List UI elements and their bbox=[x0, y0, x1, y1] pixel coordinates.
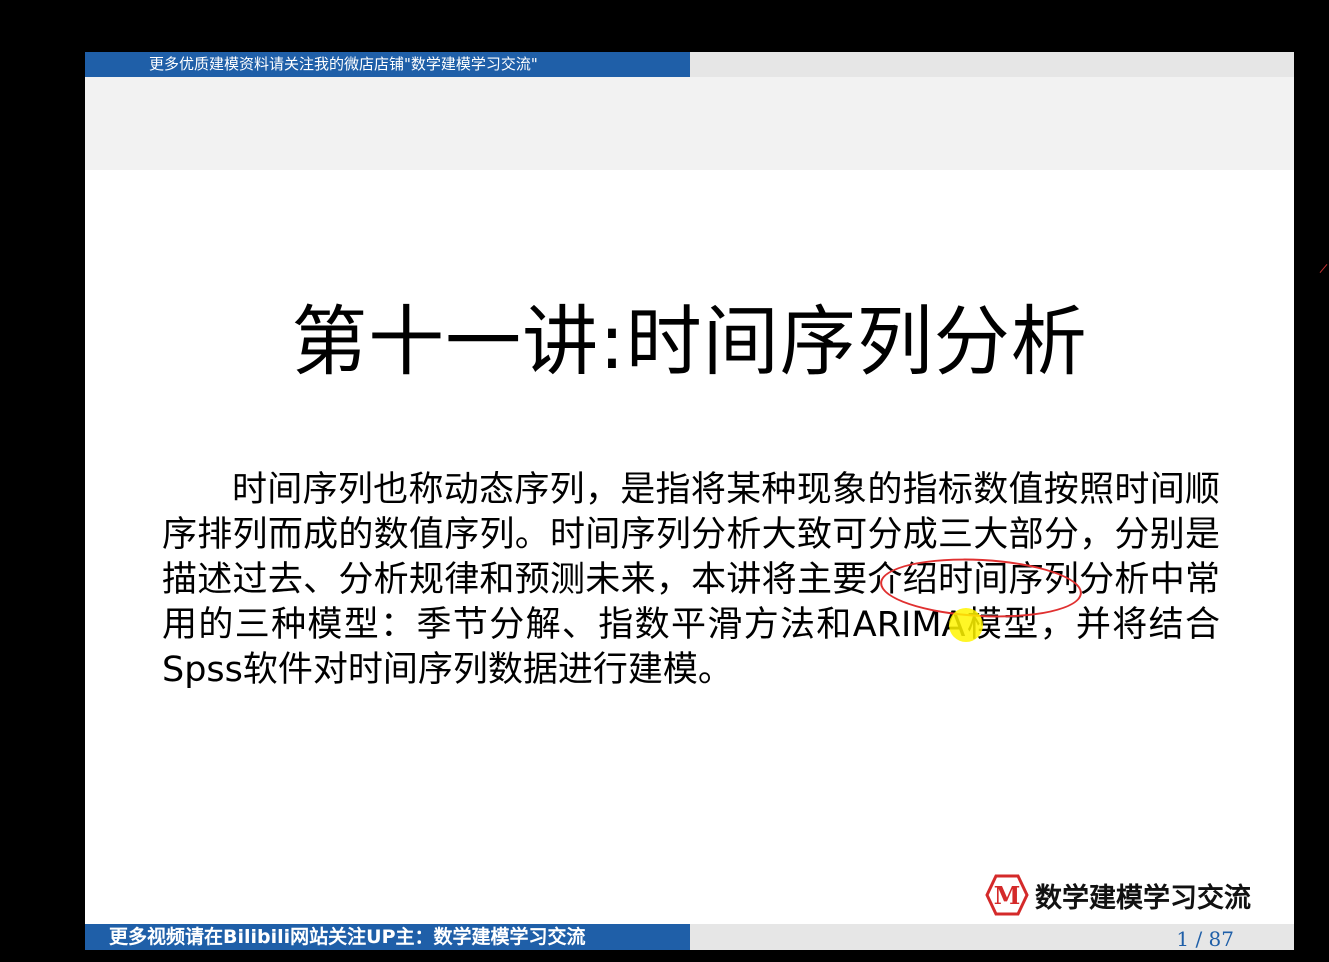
slide: 更多优质建模资料请关注我的微店店铺"数学建模学习交流" 第十一讲:时间序列分析 … bbox=[85, 52, 1294, 950]
laser-pointer-icon bbox=[949, 608, 983, 642]
top-banner: 更多优质建模资料请关注我的微店店铺"数学建模学习交流" bbox=[85, 52, 690, 77]
slide-title: 第十一讲:时间序列分析 bbox=[291, 297, 1088, 386]
top-banner-filler bbox=[690, 52, 1294, 77]
bottom-banner: 更多视频请在Bilibili网站关注UP主：数学建模学习交流 bbox=[85, 924, 690, 950]
header-band bbox=[85, 77, 1294, 170]
logo: M 数学建模学习交流 bbox=[985, 870, 1251, 920]
svg-text:M: M bbox=[994, 881, 1021, 910]
annotation-stroke bbox=[1319, 263, 1328, 274]
page-counter: 1 / 87 bbox=[1176, 927, 1234, 950]
hexagon-m-logo-icon: M bbox=[985, 873, 1029, 917]
logo-name: 数学建模学习交流 bbox=[1035, 882, 1251, 914]
